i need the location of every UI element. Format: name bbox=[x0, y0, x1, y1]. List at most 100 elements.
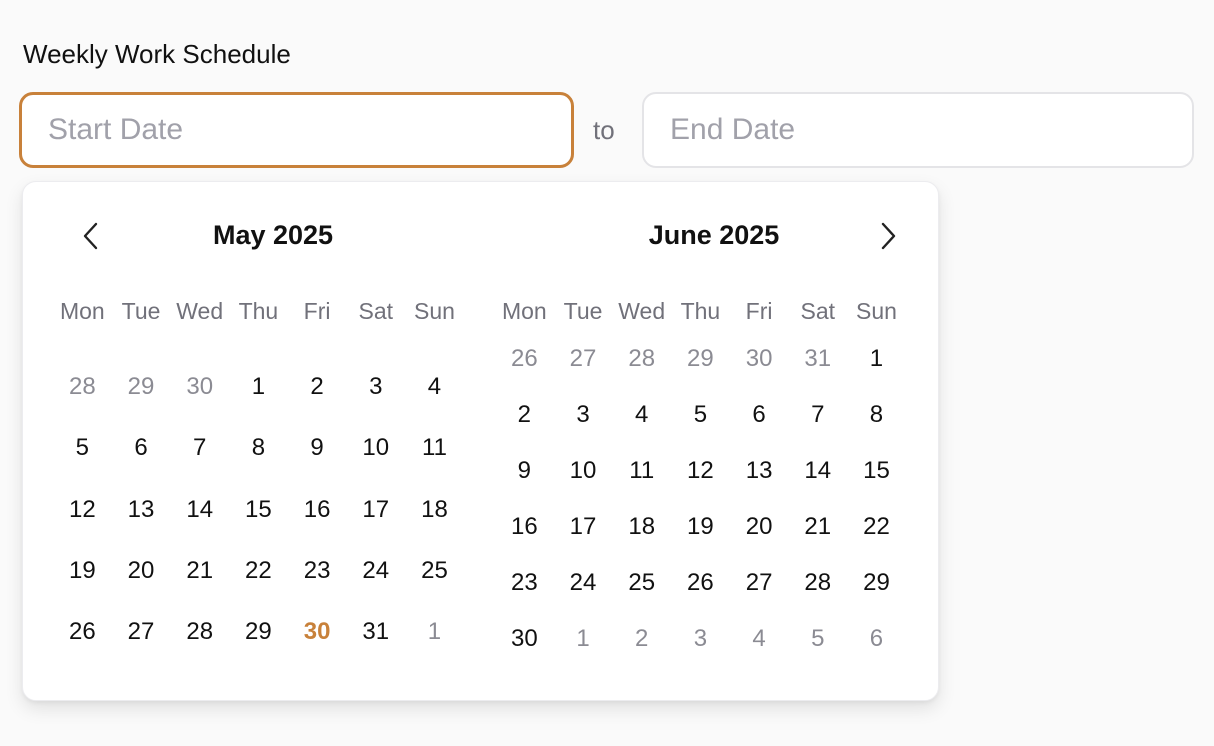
day-cell[interactable]: 23 bbox=[288, 557, 347, 618]
day-cell[interactable]: 2 bbox=[288, 373, 347, 434]
day-cell[interactable]: 8 bbox=[229, 434, 288, 495]
day-cell-outside[interactable]: 29 bbox=[112, 373, 171, 434]
day-cell[interactable]: 18 bbox=[612, 513, 671, 569]
day-cell-outside[interactable]: 6 bbox=[847, 625, 906, 681]
day-cell[interactable]: 16 bbox=[495, 513, 554, 569]
day-cell[interactable]: 9 bbox=[288, 434, 347, 495]
day-cell-outside[interactable]: 28 bbox=[612, 345, 671, 401]
day-cell[interactable]: 3 bbox=[346, 373, 405, 434]
day-cell-outside[interactable]: 29 bbox=[671, 345, 730, 401]
day-cell[interactable]: 5 bbox=[671, 401, 730, 457]
day-cell[interactable]: 10 bbox=[346, 434, 405, 495]
day-cell[interactable]: 18 bbox=[405, 496, 464, 557]
day-cell[interactable]: 21 bbox=[170, 557, 229, 618]
day-cell-outside[interactable]: 26 bbox=[495, 345, 554, 401]
weekday-label: Tue bbox=[563, 298, 603, 324]
day-cell[interactable]: 31 bbox=[346, 618, 405, 679]
day-cell[interactable]: 19 bbox=[53, 557, 112, 618]
weekday-label: Wed bbox=[618, 298, 666, 324]
weekday-label: Thu bbox=[238, 298, 279, 324]
month-title: June 2025 bbox=[648, 220, 780, 250]
day-cell[interactable]: 14 bbox=[788, 457, 847, 513]
weekday-label: Sat bbox=[358, 298, 394, 324]
day-cell[interactable]: 4 bbox=[612, 401, 671, 457]
week-row: 26 27 28 29 30 31 1 bbox=[53, 618, 464, 679]
day-cell[interactable]: 22 bbox=[229, 557, 288, 618]
day-cell[interactable]: 12 bbox=[671, 457, 730, 513]
day-cell[interactable]: 20 bbox=[112, 557, 171, 618]
day-cell[interactable]: 24 bbox=[346, 557, 405, 618]
day-cell[interactable]: 25 bbox=[405, 557, 464, 618]
day-cell-outside[interactable]: 30 bbox=[730, 345, 789, 401]
day-cell-outside[interactable]: 2 bbox=[612, 625, 671, 681]
weekday-header: Mon Tue Wed Thu Fri Sat Sun bbox=[53, 298, 464, 324]
week-row: 12 13 14 15 16 17 18 bbox=[53, 496, 464, 557]
day-cell[interactable]: 13 bbox=[730, 457, 789, 513]
day-cell[interactable]: 23 bbox=[495, 569, 554, 625]
day-cell[interactable]: 15 bbox=[847, 457, 906, 513]
day-cell[interactable]: 22 bbox=[847, 513, 906, 569]
day-cell[interactable]: 6 bbox=[112, 434, 171, 495]
day-cell[interactable]: 26 bbox=[53, 618, 112, 679]
end-date-input[interactable] bbox=[642, 92, 1194, 168]
day-cell[interactable]: 11 bbox=[405, 434, 464, 495]
day-cell-today[interactable]: 30 bbox=[288, 618, 347, 679]
week-row: 5 6 7 8 9 10 11 bbox=[53, 434, 464, 495]
day-grid: 26 27 28 29 30 31 1 2 3 4 5 6 7 8 9 10 11 12 13 14 15 16 17 18 1… bbox=[495, 345, 906, 681]
day-cell[interactable]: 16 bbox=[288, 496, 347, 557]
day-cell-outside[interactable]: 3 bbox=[671, 625, 730, 681]
day-cell-outside[interactable]: 31 bbox=[788, 345, 847, 401]
day-cell[interactable]: 10 bbox=[554, 457, 613, 513]
day-cell[interactable]: 29 bbox=[847, 569, 906, 625]
day-cell[interactable]: 8 bbox=[847, 401, 906, 457]
day-cell-outside[interactable]: 27 bbox=[554, 345, 613, 401]
start-date-input[interactable] bbox=[19, 92, 574, 168]
day-cell-outside[interactable]: 28 bbox=[53, 373, 112, 434]
month-title: May 2025 bbox=[212, 220, 334, 250]
day-cell[interactable]: 5 bbox=[53, 434, 112, 495]
day-cell[interactable]: 12 bbox=[53, 496, 112, 557]
day-cell[interactable]: 29 bbox=[229, 618, 288, 679]
day-cell[interactable]: 15 bbox=[229, 496, 288, 557]
weekday-label: Sun bbox=[856, 298, 897, 324]
weekday-label: Fri bbox=[745, 298, 773, 324]
day-cell[interactable]: 26 bbox=[671, 569, 730, 625]
day-cell[interactable]: 6 bbox=[730, 401, 789, 457]
day-cell[interactable]: 3 bbox=[554, 401, 613, 457]
day-cell[interactable]: 27 bbox=[112, 618, 171, 679]
day-cell[interactable]: 1 bbox=[847, 345, 906, 401]
date-range-popover: May 2025 Mon Tue Wed Thu Fri Sat Sun 28 29 30 1 2 3… bbox=[22, 181, 939, 701]
day-cell[interactable]: 2 bbox=[495, 401, 554, 457]
week-row: 26 27 28 29 30 31 1 bbox=[495, 345, 906, 401]
day-cell[interactable]: 30 bbox=[495, 625, 554, 681]
day-cell[interactable]: 20 bbox=[730, 513, 789, 569]
day-cell[interactable]: 14 bbox=[170, 496, 229, 557]
day-cell[interactable]: 27 bbox=[730, 569, 789, 625]
weekday-label: Mon bbox=[501, 298, 547, 324]
day-cell[interactable]: 7 bbox=[170, 434, 229, 495]
page: Weekly Work Schedule to May 2025 Mon Tue W… bbox=[0, 0, 1214, 746]
day-cell[interactable]: 28 bbox=[170, 618, 229, 679]
day-cell-outside[interactable]: 30 bbox=[170, 373, 229, 434]
week-row: 28 29 30 1 2 3 4 bbox=[53, 373, 464, 434]
day-cell[interactable]: 24 bbox=[554, 569, 613, 625]
day-cell[interactable]: 11 bbox=[612, 457, 671, 513]
day-cell[interactable]: 1 bbox=[229, 373, 288, 434]
day-cell[interactable]: 28 bbox=[788, 569, 847, 625]
weekday-header: Mon Tue Wed Thu Fri Sat Sun bbox=[495, 298, 906, 324]
day-cell[interactable]: 21 bbox=[788, 513, 847, 569]
day-cell-outside[interactable]: 1 bbox=[554, 625, 613, 681]
day-cell[interactable]: 9 bbox=[495, 457, 554, 513]
day-cell[interactable]: 17 bbox=[554, 513, 613, 569]
weekday-label: Thu bbox=[680, 298, 721, 324]
day-cell[interactable]: 19 bbox=[671, 513, 730, 569]
day-cell[interactable]: 13 bbox=[112, 496, 171, 557]
day-cell[interactable]: 4 bbox=[405, 373, 464, 434]
day-cell-outside[interactable]: 4 bbox=[730, 625, 789, 681]
day-cell[interactable]: 17 bbox=[346, 496, 405, 557]
day-cell-outside[interactable]: 1 bbox=[405, 618, 464, 679]
day-cell[interactable]: 7 bbox=[788, 401, 847, 457]
day-cell-outside[interactable]: 5 bbox=[788, 625, 847, 681]
day-cell[interactable]: 25 bbox=[612, 569, 671, 625]
week-row: 9 10 11 12 13 14 15 bbox=[495, 457, 906, 513]
